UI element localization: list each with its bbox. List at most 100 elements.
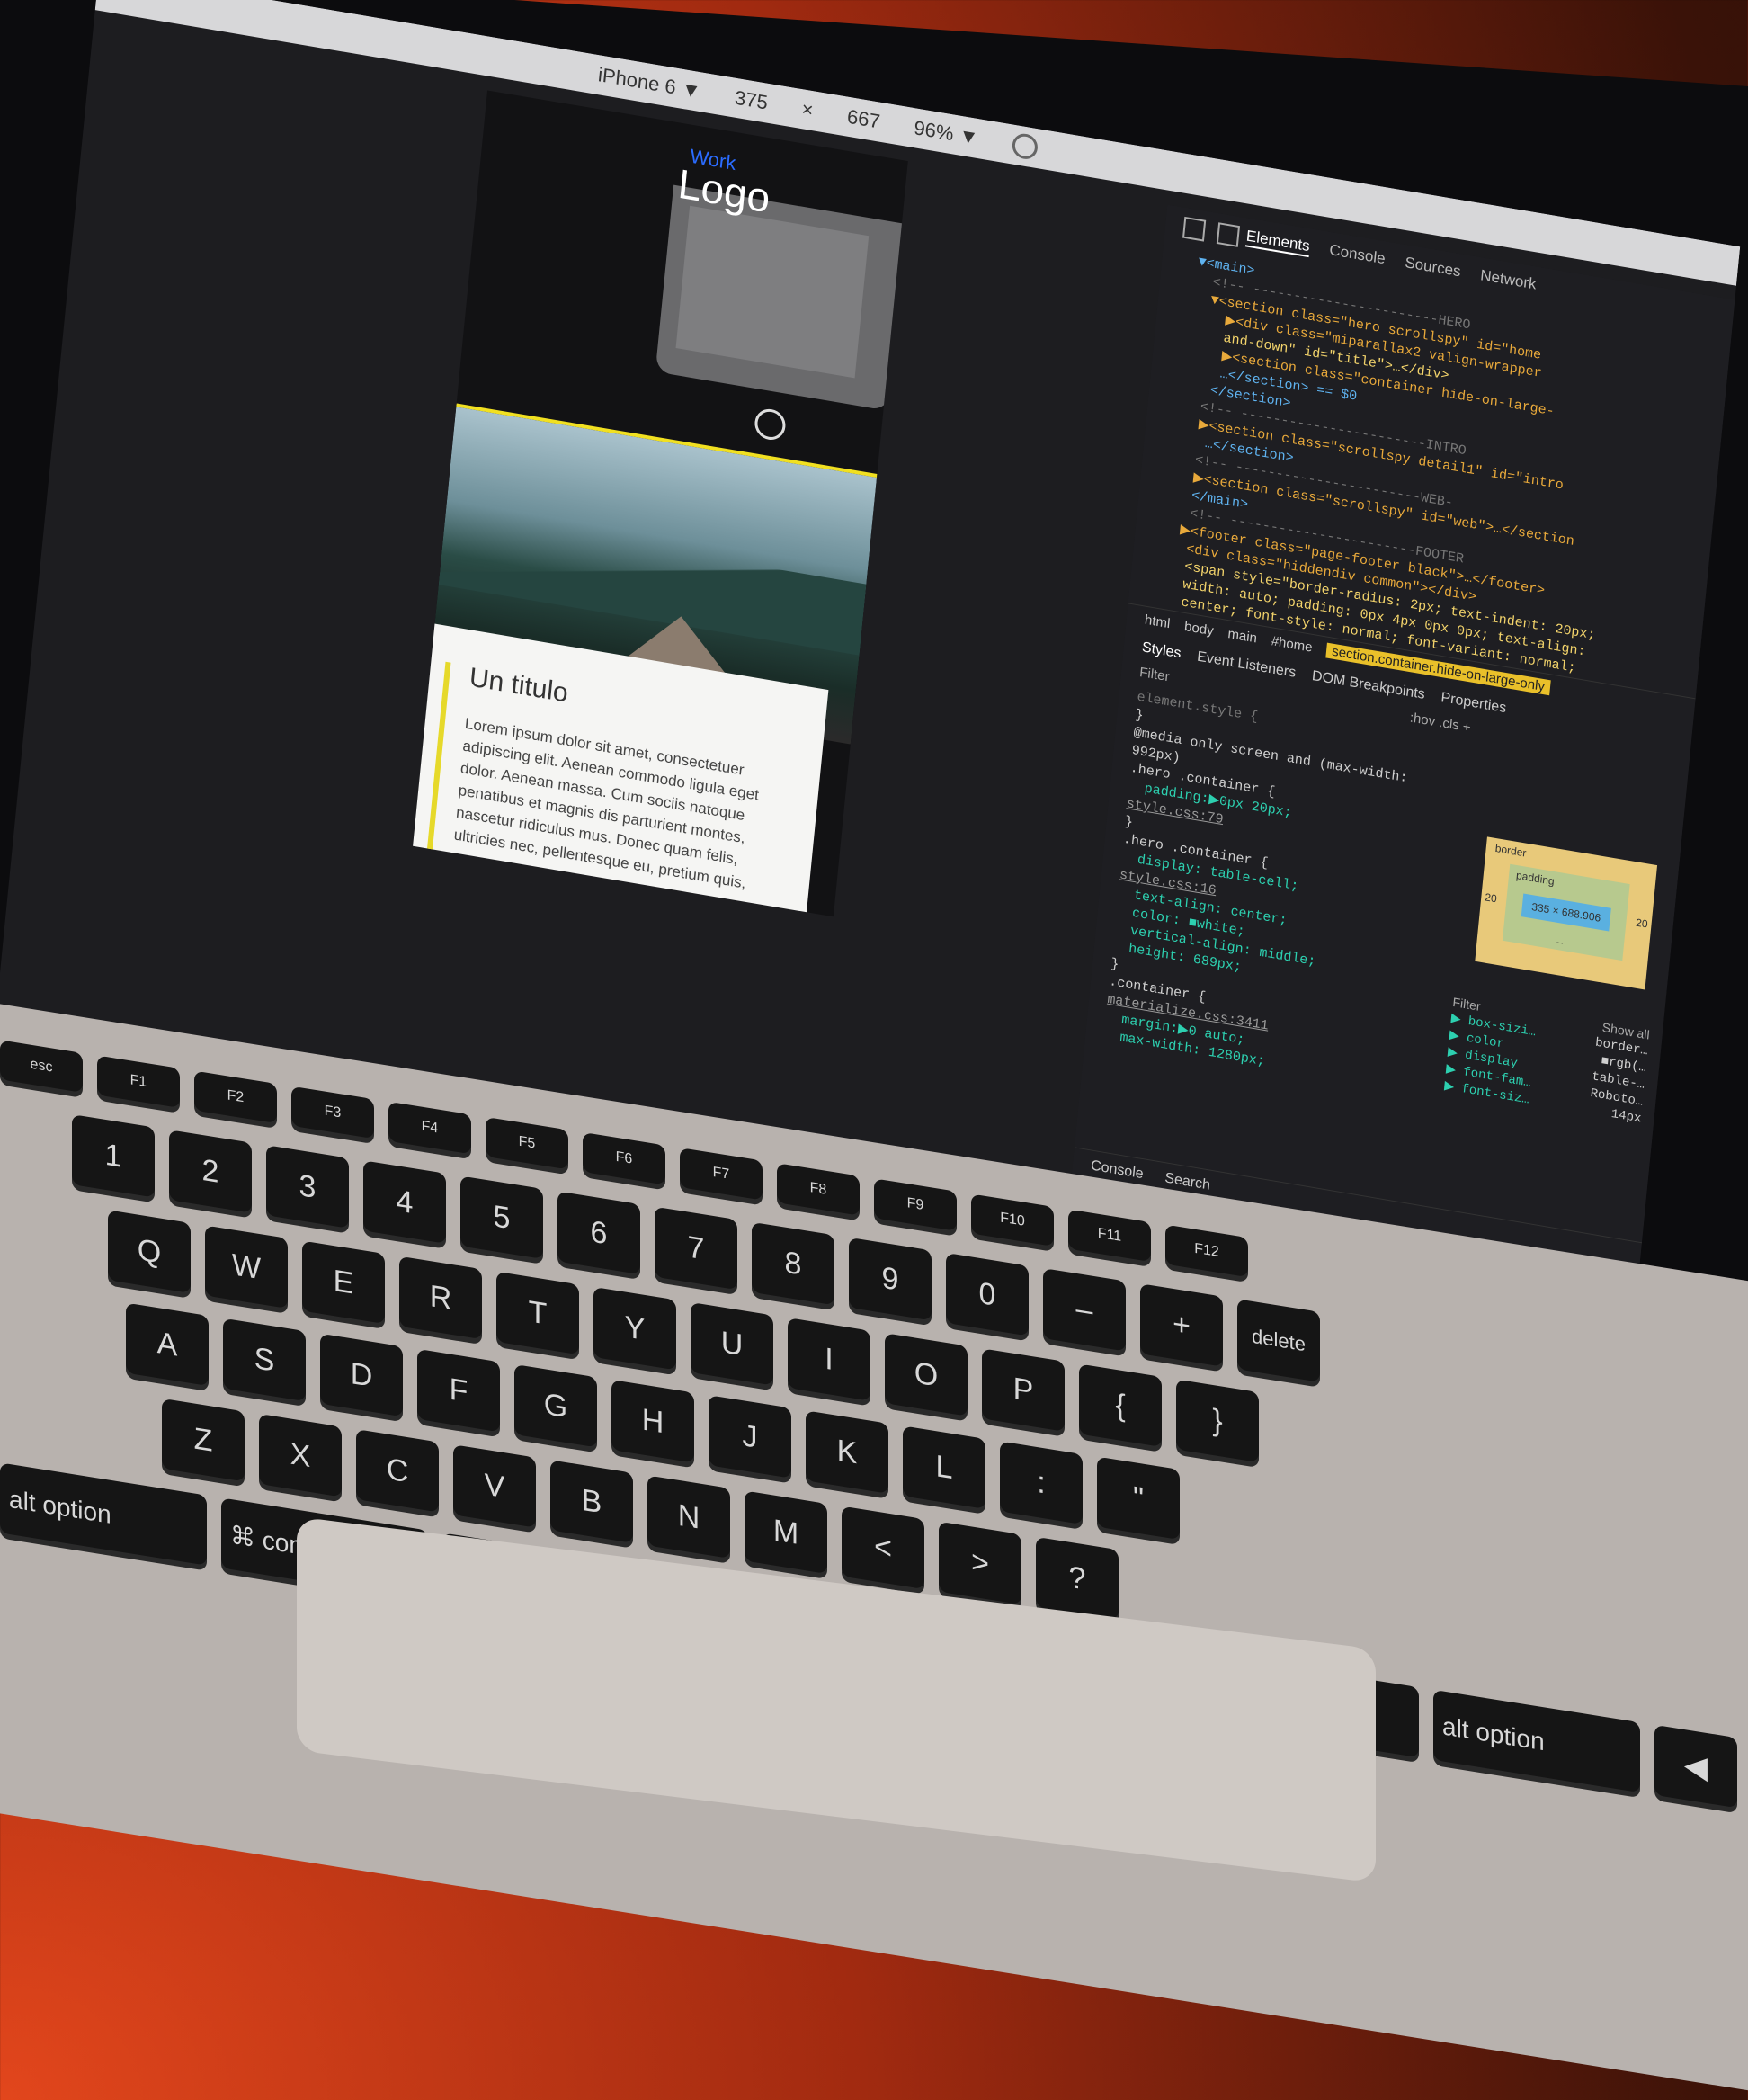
key-k[interactable]: K (806, 1410, 888, 1494)
computed-styles: Filter Show all ▶ box-sizi… border… ▶ col… (1443, 994, 1651, 1128)
key-p[interactable]: P (982, 1348, 1065, 1432)
key-f5[interactable]: F5 (486, 1116, 568, 1170)
key-y[interactable]: Y (593, 1286, 676, 1371)
key-c[interactable]: C (356, 1429, 439, 1513)
breadcrumb-home[interactable]: #home (1271, 633, 1313, 655)
key-x[interactable]: X (259, 1413, 342, 1497)
inspect-element-icon[interactable] (1182, 216, 1207, 242)
box-content: 335 × 688.906 (1521, 893, 1611, 932)
css-rules[interactable]: element.style {} @media only screen and (… (1084, 678, 1479, 1108)
key-i[interactable]: I (788, 1318, 870, 1401)
key-f10[interactable]: F10 (971, 1193, 1054, 1247)
key-greater-than[interactable]: > (939, 1521, 1021, 1605)
key-f12[interactable]: F12 (1165, 1224, 1248, 1278)
key-less-than[interactable]: < (842, 1506, 924, 1590)
key-j[interactable]: J (709, 1395, 791, 1479)
card-text: Lorem ipsum dolor sit amet, consectetuer… (452, 714, 760, 892)
key-8[interactable]: 8 (752, 1221, 834, 1306)
key-f9[interactable]: F9 (874, 1178, 957, 1231)
key-m[interactable]: M (745, 1490, 827, 1575)
tab-properties[interactable]: Properties (1440, 690, 1507, 717)
key-r[interactable]: R (399, 1256, 482, 1340)
key-f3[interactable]: F3 (291, 1086, 374, 1139)
key-7[interactable]: 7 (655, 1206, 737, 1291)
box-padding-label: padding (1515, 869, 1556, 889)
dimension-separator: × (800, 97, 815, 122)
key-minus[interactable]: – (1043, 1268, 1126, 1352)
key-f6[interactable]: F6 (583, 1131, 665, 1185)
tab-styles[interactable]: Styles (1141, 639, 1182, 662)
viewport-height[interactable]: 667 (846, 105, 881, 134)
zoom-selector[interactable]: 96% ▼ (913, 116, 979, 150)
hov-toggle[interactable]: :hov (1409, 710, 1436, 729)
key-0[interactable]: 0 (946, 1252, 1029, 1336)
scroll-down-icon[interactable] (753, 407, 788, 442)
card-accent-bar (424, 661, 451, 877)
key-f4[interactable]: F4 (388, 1101, 471, 1155)
key-4[interactable]: 4 (363, 1160, 446, 1244)
key-delete[interactable]: delete (1237, 1299, 1320, 1382)
key-f1[interactable]: F1 (97, 1055, 180, 1109)
key-l[interactable]: L (903, 1425, 985, 1509)
breadcrumb-html[interactable]: html (1144, 612, 1171, 632)
key-u[interactable]: U (691, 1301, 773, 1386)
key-5[interactable]: 5 (460, 1175, 543, 1259)
key-q[interactable]: Q (108, 1210, 191, 1293)
key-f2[interactable]: F2 (194, 1070, 277, 1124)
box-padding: padding 335 × 688.906 – (1502, 863, 1630, 961)
device-selector[interactable]: iPhone 6 ▼ (597, 63, 702, 103)
key-s[interactable]: S (223, 1318, 306, 1402)
key-b[interactable]: B (550, 1460, 633, 1543)
breadcrumb-body[interactable]: body (1183, 619, 1214, 639)
key-question[interactable]: ? (1036, 1536, 1119, 1621)
box-model-diagram: border 20 20 padding 335 × 688.906 – (1475, 836, 1658, 990)
key-esc[interactable]: esc (0, 1040, 83, 1093)
key-quote[interactable]: " (1097, 1456, 1180, 1541)
key-a[interactable]: A (126, 1302, 209, 1387)
hero-device-image (655, 184, 906, 411)
tab-network[interactable]: Network (1479, 266, 1538, 295)
key-2[interactable]: 2 (169, 1130, 252, 1213)
tab-sources[interactable]: Sources (1404, 254, 1462, 282)
key-3[interactable]: 3 (266, 1145, 349, 1229)
key-option-right[interactable]: alt option (1433, 1689, 1640, 1793)
box-left-value: 20 (1484, 890, 1498, 906)
key-v[interactable]: V (453, 1444, 536, 1528)
key-d[interactable]: D (320, 1333, 403, 1417)
key-plus[interactable]: + (1140, 1283, 1223, 1367)
device-toolbar: iPhone 6 ▼ 375 × 667 96% ▼ (94, 0, 1741, 286)
key-9[interactable]: 9 (849, 1237, 932, 1321)
key-6[interactable]: 6 (557, 1191, 640, 1275)
key-n[interactable]: N (647, 1475, 730, 1559)
box-border-label: border (1494, 842, 1528, 860)
key-g[interactable]: G (514, 1363, 597, 1448)
key-option-left[interactable]: alt option (0, 1462, 207, 1566)
key-f11[interactable]: F11 (1068, 1209, 1151, 1263)
tab-elements[interactable]: Elements (1244, 227, 1311, 258)
add-rule-button[interactable]: + (1462, 719, 1471, 735)
key-o[interactable]: O (885, 1333, 968, 1416)
viewport-width[interactable]: 375 (734, 86, 769, 115)
key-f8[interactable]: F8 (777, 1163, 860, 1216)
key-e[interactable]: E (302, 1240, 385, 1325)
device-mode-icon[interactable] (1216, 222, 1241, 247)
phone-viewport: Work Logo Un titulo Lorem ipsum dolor si… (413, 90, 908, 917)
key-right-brace[interactable]: } (1176, 1379, 1259, 1463)
cls-toggle[interactable]: .cls (1438, 715, 1459, 734)
box-dash: – (1556, 934, 1564, 949)
devtools-panel: Elements Console Sources Network ▼<main>… (1069, 204, 1735, 1296)
breadcrumb-main[interactable]: main (1227, 626, 1258, 646)
key-f7[interactable]: F7 (680, 1148, 763, 1201)
key-1[interactable]: 1 (72, 1114, 155, 1198)
hero-device-screen (675, 205, 870, 379)
key-h[interactable]: H (611, 1380, 694, 1463)
key-left-brace[interactable]: { (1079, 1363, 1162, 1447)
key-colon[interactable]: : (1000, 1441, 1083, 1525)
key-z[interactable]: Z (162, 1398, 245, 1482)
key-arrow-left[interactable]: ◀ (1654, 1724, 1737, 1809)
rotate-icon[interactable] (1011, 131, 1039, 161)
key-f[interactable]: F (417, 1348, 500, 1433)
key-t[interactable]: T (496, 1271, 579, 1355)
tab-console[interactable]: Console (1328, 241, 1387, 270)
key-w[interactable]: W (205, 1225, 288, 1309)
